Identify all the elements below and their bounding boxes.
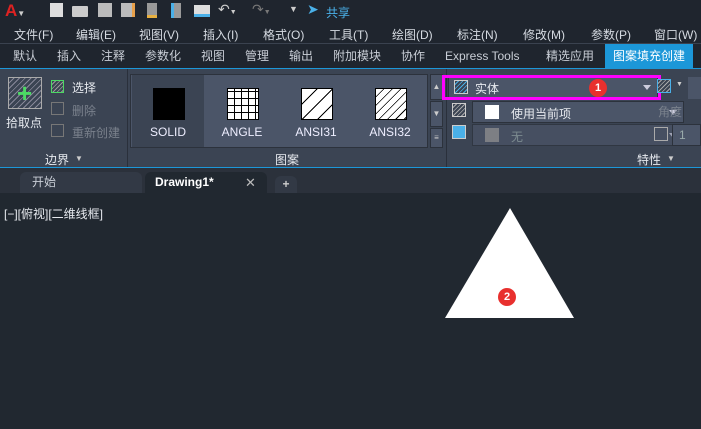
add-tab-button[interactable]: + (275, 176, 297, 193)
marker-1: 1 (589, 79, 607, 97)
tab-hatch-creation[interactable]: 图案填充创建 (605, 44, 694, 68)
scale-input[interactable]: 1 (672, 124, 701, 146)
select-button[interactable]: 选择 (72, 79, 96, 96)
gallery-expand[interactable]: ≡ (430, 128, 443, 148)
color-swatch (485, 128, 499, 142)
tab-drawing1-label: Drawing1* (155, 175, 214, 189)
pattern-angle[interactable]: ANGLE (206, 75, 278, 147)
pattern-ansi32[interactable]: ANSI32 (354, 75, 426, 147)
menu-modify[interactable]: 修改(M) (523, 26, 565, 43)
share-icon[interactable]: ➤ (307, 1, 323, 17)
menu-file[interactable]: 文件(F) (14, 26, 53, 43)
tab-collaborate[interactable]: 协作 (401, 44, 425, 68)
new-icon[interactable] (50, 3, 63, 17)
quick-access-toolbar: A▼ ↶▼ ↷▼ ▼ ➤ 共享 (0, 0, 701, 22)
scale-icon (654, 127, 668, 141)
chevron-down-icon[interactable]: ▼ (667, 154, 675, 163)
chevron-down-icon[interactable]: ▼ (75, 154, 83, 163)
menu-bar: 文件(F) 编辑(E) 视图(V) 插入(I) 格式(O) 工具(T) 绘图(D… (0, 22, 701, 44)
tab-featured-apps[interactable]: 精选应用 (546, 44, 594, 68)
share-button[interactable]: 共享 (326, 4, 350, 21)
tab-parametric[interactable]: 参数化 (145, 44, 181, 68)
drawing-svg (445, 208, 574, 318)
chevron-down-icon[interactable]: ▼ (676, 81, 683, 88)
redo-icon[interactable]: ↷▼ (252, 1, 271, 17)
boundary-panel-label[interactable]: 边界 (45, 151, 69, 168)
save-icon[interactable] (98, 3, 112, 17)
tab-addins[interactable]: 附加模块 (333, 44, 381, 68)
menu-insert[interactable]: 插入(I) (203, 26, 238, 43)
save-to-cloud-icon[interactable] (171, 3, 181, 18)
menu-dimension[interactable]: 标注(N) (457, 26, 498, 43)
print-icon[interactable] (194, 5, 210, 17)
tab-annotate[interactable]: 注释 (101, 44, 125, 68)
pattern-ansi31[interactable]: ANSI31 (280, 75, 352, 147)
save-as-icon[interactable] (121, 3, 135, 17)
color-swatch (485, 105, 499, 119)
menu-tools[interactable]: 工具(T) (329, 26, 368, 43)
hatch-color-dropdown[interactable]: 使用当前项 (472, 101, 684, 123)
menu-parametric[interactable]: 参数(P) (591, 26, 631, 43)
tab-default[interactable]: 默认 (13, 44, 37, 68)
marker-2: 2 (498, 288, 516, 306)
recreate-boundary-icon (51, 124, 64, 137)
remove-boundary-icon (51, 102, 64, 115)
pattern-solid[interactable]: SOLID (132, 75, 204, 147)
file-tabs: 开始 Drawing1* ✕ + (0, 168, 701, 193)
select-boundary-icon[interactable] (51, 80, 64, 93)
highlight-box (442, 75, 661, 100)
transparency-icon[interactable] (657, 79, 671, 93)
gallery-scroll-down[interactable]: ▼ (430, 101, 443, 127)
menu-view[interactable]: 视图(V) (139, 26, 179, 43)
drawing-canvas[interactable]: [−][俯视][二维线框] 2 (0, 193, 701, 429)
autocad-logo-icon[interactable]: A▼ (5, 1, 25, 20)
undo-icon[interactable]: ↶▼ (218, 1, 237, 17)
pattern-gallery: SOLID ANGLE ANSI31 ANSI32 (130, 74, 428, 148)
open-icon[interactable] (72, 6, 88, 17)
ribbon-tabs: 默认 插入 注释 参数化 视图 管理 输出 附加模块 协作 Express To… (0, 44, 701, 68)
angle-label: 角度 (658, 105, 683, 119)
menu-draw[interactable]: 绘图(D) (392, 26, 433, 43)
tab-start[interactable]: 开始 (20, 172, 142, 193)
pattern-panel-label: 图案 (275, 153, 300, 167)
layer-dropdown[interactable] (688, 77, 701, 99)
menu-edit[interactable]: 编辑(E) (76, 26, 116, 43)
tab-manage[interactable]: 管理 (245, 44, 269, 68)
pick-points-button[interactable]: 拾取点 (6, 114, 42, 131)
background-color-dropdown[interactable]: 无 (472, 124, 684, 146)
remove-button[interactable]: 删除 (72, 102, 96, 119)
open-from-cloud-icon[interactable] (147, 3, 157, 18)
pick-points-icon[interactable]: + (8, 77, 42, 109)
background-color-icon (452, 125, 466, 139)
menu-window[interactable]: 窗口(W) (654, 26, 697, 43)
ribbon-panel: + 拾取点 选择 删除 重新创建 边界 ▼ SOLID ANGLE ANSI31… (0, 68, 701, 168)
tab-express-tools[interactable]: Express Tools (445, 44, 519, 68)
properties-panel-label[interactable]: 特性 (637, 151, 661, 168)
tab-insert[interactable]: 插入 (57, 44, 81, 68)
customize-icon[interactable]: ▼ (289, 4, 305, 20)
recreate-button[interactable]: 重新创建 (72, 124, 120, 141)
tab-view[interactable]: 视图 (201, 44, 225, 68)
hatch-color-icon (452, 103, 466, 117)
menu-format[interactable]: 格式(O) (263, 26, 304, 43)
close-icon[interactable]: ✕ (245, 175, 256, 191)
tab-output[interactable]: 输出 (289, 44, 313, 68)
